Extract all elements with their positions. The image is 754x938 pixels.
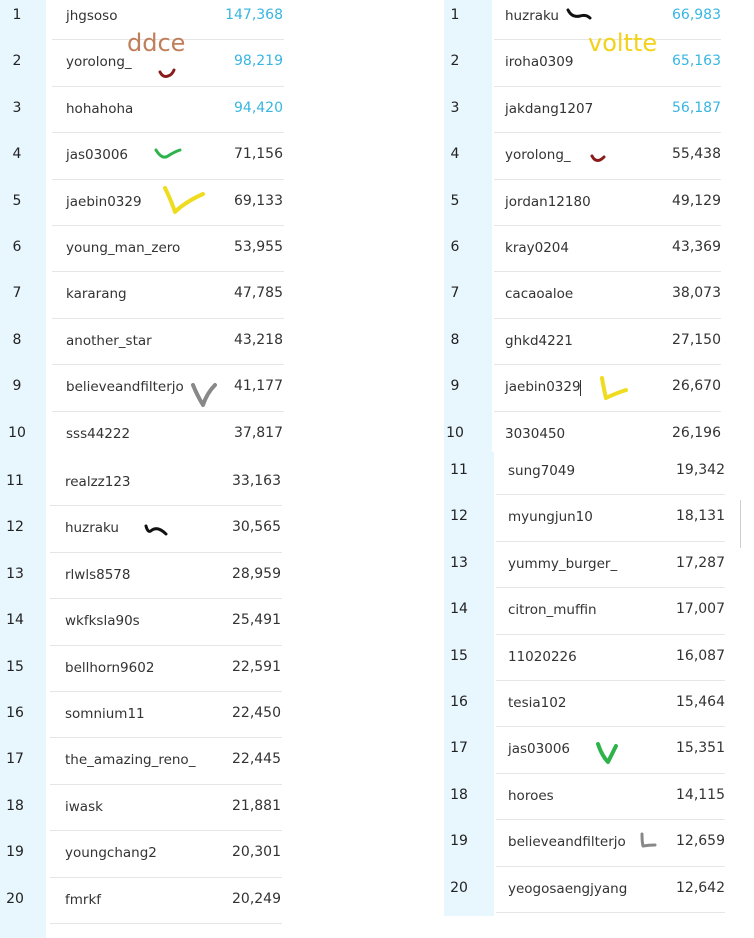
player-name: iroha0309 xyxy=(505,54,574,71)
rank-number: 10 xyxy=(446,424,464,441)
player-name: 3030450 xyxy=(505,425,566,442)
leaderboard-row: 7 cacaoaloe 38,073 xyxy=(0,271,754,317)
player-name: kray0204 xyxy=(505,240,569,256)
dark-red-check-mark xyxy=(590,154,606,162)
row-divider xyxy=(496,912,725,913)
player-score: 17,287 xyxy=(676,554,725,571)
leaderboard-row: 16 tesia102 15,464 xyxy=(0,680,754,726)
dark-red-check-mark xyxy=(158,68,176,78)
rank-number: 16 xyxy=(450,694,468,710)
player-score: 56,187 xyxy=(672,99,721,116)
text-caret xyxy=(580,380,581,396)
player-name: cacaoaloe xyxy=(505,286,574,303)
player-name: jas03006 xyxy=(508,741,571,758)
gray-check-mark xyxy=(640,832,657,848)
rank-number: 9 xyxy=(450,378,460,395)
player-score: 18,131 xyxy=(676,508,725,525)
player-name: huzraku xyxy=(505,8,559,24)
leaderboard-row: 5 jordan12180 49,129 xyxy=(0,179,754,225)
player-score: 26,670 xyxy=(672,378,721,395)
rank-number: 19 xyxy=(450,833,468,850)
player-name: jaebin0329 xyxy=(505,379,581,396)
player-name: tesia102 xyxy=(508,695,567,711)
player-score: 26,196 xyxy=(672,424,721,441)
leaderboard-row: 18 horoes 14,115 xyxy=(0,773,754,819)
leaderboard-row: 8 ghkd4221 27,150 xyxy=(0,318,754,364)
leaderboard-row: 12 myungjun10 18,131 xyxy=(0,494,754,540)
player-score: 43,369 xyxy=(672,239,721,255)
player-name: horoes xyxy=(508,787,554,804)
green-check-mark xyxy=(596,742,618,764)
green-check-mark xyxy=(154,148,182,159)
yellow-check-mark xyxy=(600,376,628,400)
player-name: jordan12180 xyxy=(505,193,591,210)
rank-number: 20 xyxy=(450,879,468,896)
gray-check-mark xyxy=(191,383,217,407)
row-divider xyxy=(50,923,282,924)
player-score: 17,007 xyxy=(676,601,725,618)
rank-number: 2 xyxy=(450,53,460,70)
leaderboard-row: 6 kray0204 43,369 xyxy=(0,225,754,271)
player-score: 12,642 xyxy=(676,879,725,896)
player-score: 15,464 xyxy=(676,694,725,710)
black-check-mark xyxy=(566,8,592,20)
player-name: 11020226 xyxy=(508,648,577,665)
rank-number: 8 xyxy=(450,331,460,348)
player-name: ghkd4221 xyxy=(505,332,573,349)
leaderboard-row: 4 yorolong_ 55,438 xyxy=(0,132,754,178)
player-score: 49,129 xyxy=(672,192,721,209)
player-score: 38,073 xyxy=(672,285,721,302)
rank-number: 17 xyxy=(450,740,468,757)
player-name: yeogosaengjyang xyxy=(508,880,628,897)
leaderboard-row: 3 jakdang1207 56,187 xyxy=(0,86,754,132)
rank-number: 13 xyxy=(450,554,468,571)
rank-number: 18 xyxy=(450,786,468,803)
player-name: believeandfilterjo xyxy=(508,834,626,851)
player-name: yorolong_ xyxy=(505,147,571,164)
player-name: citron_muffin xyxy=(508,602,597,619)
rank-number: 6 xyxy=(450,239,460,255)
rank-number: 1 xyxy=(450,7,460,23)
leaderboard-row: 11 sung7049 19,342 xyxy=(0,448,754,494)
scrollbar-track[interactable] xyxy=(740,500,741,548)
player-name: yummy_burger_ xyxy=(508,555,618,572)
rank-number: 11 xyxy=(450,462,468,478)
leaderboard-row: 15 11020226 16,087 xyxy=(0,634,754,680)
rank-number: 15 xyxy=(450,647,468,664)
player-score: 14,115 xyxy=(676,786,725,803)
rank-number: 7 xyxy=(450,285,460,302)
leaderboard-row: 20 yeogosaengjyang 12,642 xyxy=(0,866,754,912)
rank-number: 14 xyxy=(450,601,468,618)
yellow-check-mark xyxy=(163,186,205,214)
player-score: 27,150 xyxy=(672,331,721,348)
player-name: myungjun10 xyxy=(508,509,593,526)
rank-number: 12 xyxy=(450,508,468,525)
rank-number: 3 xyxy=(450,99,460,116)
leaderboard-row: 17 jas03006 15,351 xyxy=(0,726,754,772)
player-score: 16,087 xyxy=(676,647,725,664)
leaderboard-row: 13 yummy_burger_ 17,287 xyxy=(0,541,754,587)
player-score: 19,342 xyxy=(676,462,725,478)
black-check-mark xyxy=(144,524,168,536)
rank-number: 5 xyxy=(450,192,460,209)
player-name: sung7049 xyxy=(508,463,576,479)
player-name: jakdang1207 xyxy=(505,100,594,117)
player-score: 15,351 xyxy=(676,740,725,757)
rank-number: 4 xyxy=(450,146,460,163)
leaderboard-row: 14 citron_muffin 17,007 xyxy=(0,587,754,633)
player-score: 66,983 xyxy=(672,7,721,23)
player-score: 55,438 xyxy=(672,146,721,163)
